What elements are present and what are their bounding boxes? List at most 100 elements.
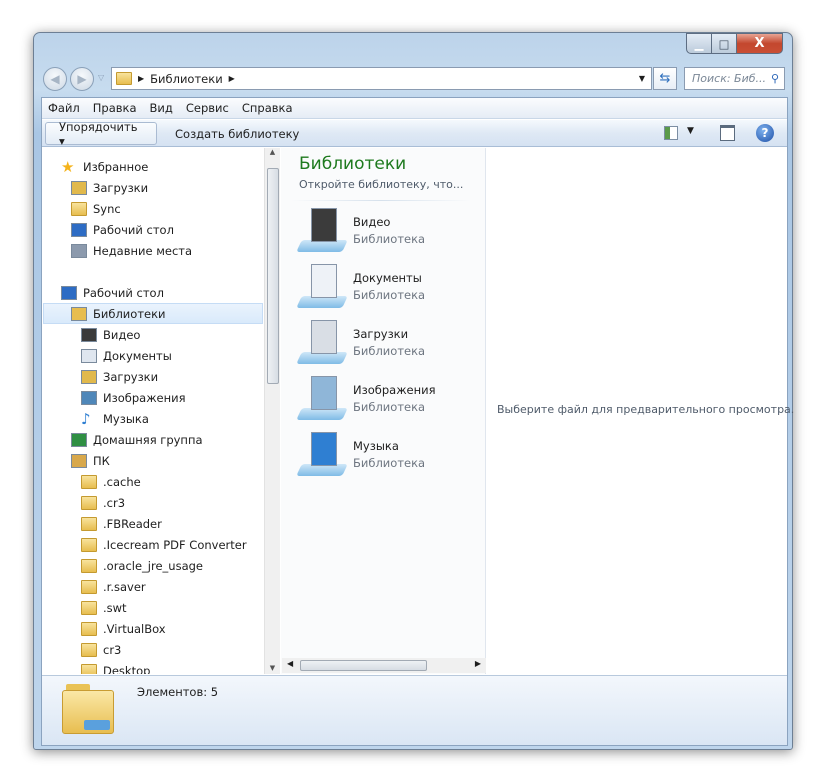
close-button[interactable]: X [736,33,783,54]
forward-button[interactable]: ▶ [70,67,94,91]
tree-item-label: Избранное [83,159,149,174]
tree-item[interactable]: Документы [81,345,172,366]
tree-item[interactable]: Недавние места [71,240,192,261]
address-bar[interactable]: ▶ Библиотеки ▶ ▼ [111,67,652,90]
search-input[interactable]: Поиск: Биб... ⚲ [684,67,785,90]
menu-view[interactable]: Вид [150,101,173,115]
folder-icon [81,537,97,552]
menu-help[interactable]: Справка [242,101,293,115]
folder-icon [81,663,97,674]
breadcrumb-arrow-icon[interactable]: ▶ [229,74,235,83]
tree-item[interactable]: .FBReader [81,513,162,534]
library-item[interactable]: Документы Библиотека [296,264,425,308]
search-placeholder: Поиск: Биб... [692,72,767,85]
library-type: Библиотека [353,231,426,246]
breadcrumb-libraries[interactable]: Библиотеки [150,72,223,86]
recent-places-icon [71,243,87,258]
scroll-down-arrow-icon[interactable]: ▼ [265,664,280,672]
preview-pane-button[interactable] [720,125,735,141]
tree-item[interactable]: Библиотеки [43,303,263,324]
tree-item[interactable]: Sync [71,198,121,219]
new-library-button[interactable]: Создать библиотеку [162,122,312,145]
star-icon: ★ [61,157,75,176]
tree-item[interactable]: .oracle_jre_usage [81,555,203,576]
tree-item[interactable]: .VirtualBox [81,618,166,639]
downloads-icon [81,369,97,384]
library-pane-subtitle[interactable]: Откройте библиотеку, что... [299,178,463,191]
tree-item-label: Изображения [103,390,186,405]
tree-item-label: Библиотеки [93,306,166,321]
library-horizontal-scrollbar[interactable]: ◀ ▶ [282,658,486,673]
library-item[interactable]: Видео Библиотека [296,208,426,252]
scroll-thumb[interactable] [267,168,279,384]
tree-item[interactable]: .cache [81,471,141,492]
downloads-icon [71,180,87,195]
tree-item-label: cr3 [103,642,122,657]
library-pane: Библиотеки Откройте библиотеку, что... В… [281,148,486,674]
scroll-left-arrow-icon[interactable]: ◀ [287,659,293,668]
address-dropdown-icon[interactable]: ▼ [639,74,645,83]
tree-item[interactable]: Рабочий стол [61,282,164,303]
menu-edit[interactable]: Правка [93,101,137,115]
library-item[interactable]: Музыка Библиотека [296,432,425,476]
tree-item-label: ПК [93,453,110,468]
tree-item[interactable]: ♪ Музыка [81,408,149,429]
documents-library-icon [296,264,348,308]
navigation-scrollbar[interactable]: ▲ ▼ [264,148,280,674]
library-name: Музыка [353,438,399,453]
tree-item-label: Документы [103,348,172,363]
tree-item[interactable]: ★ Избранное [61,156,148,177]
tree-item[interactable]: Загрузки [71,177,148,198]
breadcrumb-arrow-icon[interactable]: ▶ [138,74,144,83]
tree-item[interactable]: .Icecream PDF Converter [81,534,247,555]
tree-item-label: Недавние места [93,243,193,258]
tree-item-label: .FBReader [103,516,162,531]
tree-item[interactable]: Desktop [81,660,150,674]
scroll-thumb[interactable] [300,660,427,671]
command-bar: Упорядочить ▾ Создать библиотеку ▼ ? [42,120,787,148]
folder-icon [81,495,97,510]
details-pane: Элементов: 5 [42,675,787,745]
video-library-icon [296,208,348,252]
library-item[interactable]: Изображения Библиотека [296,376,436,420]
preview-pane: Выберите файл для предварительного просм… [487,148,794,674]
tree-item[interactable]: .r.saver [81,576,146,597]
explorer-body: Файл Правка Вид Сервис Справка Упорядочи… [41,97,794,746]
folder-icon [81,621,97,636]
library-pane-title: Библиотеки [299,154,407,174]
tree-item[interactable]: .swt [81,597,127,618]
tree-item[interactable]: Видео [81,324,140,345]
back-button[interactable]: ◀ [43,67,67,91]
folder-icon [81,642,97,657]
view-options-dropdown[interactable]: ▼ [687,126,694,136]
libraries-large-icon [62,684,114,734]
tree-item[interactable]: cr3 [81,639,121,660]
recent-pages-dropdown[interactable]: ▽ [98,73,104,82]
library-name: Документы [353,270,422,285]
explorer-window: ▁ □ X ◀ ▶ ▽ ▶ Библиотеки ▶ ▼ ⇆ Поиск: Би… [33,32,794,750]
tree-item[interactable]: ПК [71,450,110,471]
menu-file[interactable]: Файл [48,101,80,115]
minimize-button[interactable]: ▁ [686,33,712,54]
menu-tools[interactable]: Сервис [186,101,229,115]
refresh-button[interactable]: ⇆ [653,67,677,90]
maximize-button[interactable]: □ [711,33,737,54]
scroll-up-arrow-icon[interactable]: ▲ [265,148,280,156]
tree-item[interactable]: Изображения [81,387,186,408]
folder-icon [81,600,97,615]
library-type: Библиотека [353,343,426,358]
menu-bar: Файл Правка Вид Сервис Справка [42,98,787,119]
scroll-right-arrow-icon[interactable]: ▶ [475,659,481,668]
organize-button[interactable]: Упорядочить ▾ [45,120,157,148]
tree-item-label: Загрузки [93,180,149,195]
library-type: Библиотека [353,399,426,414]
change-view-icon[interactable] [664,126,678,140]
help-icon[interactable]: ? [756,124,774,142]
item-count: Элементов: 5 [137,685,219,699]
downloads-library-icon [296,320,348,364]
tree-item[interactable]: Домашняя группа [71,429,203,450]
tree-item[interactable]: Рабочий стол [71,219,174,240]
tree-item[interactable]: Загрузки [81,366,158,387]
library-item[interactable]: Загрузки Библиотека [296,320,426,364]
tree-item[interactable]: .cr3 [81,492,125,513]
